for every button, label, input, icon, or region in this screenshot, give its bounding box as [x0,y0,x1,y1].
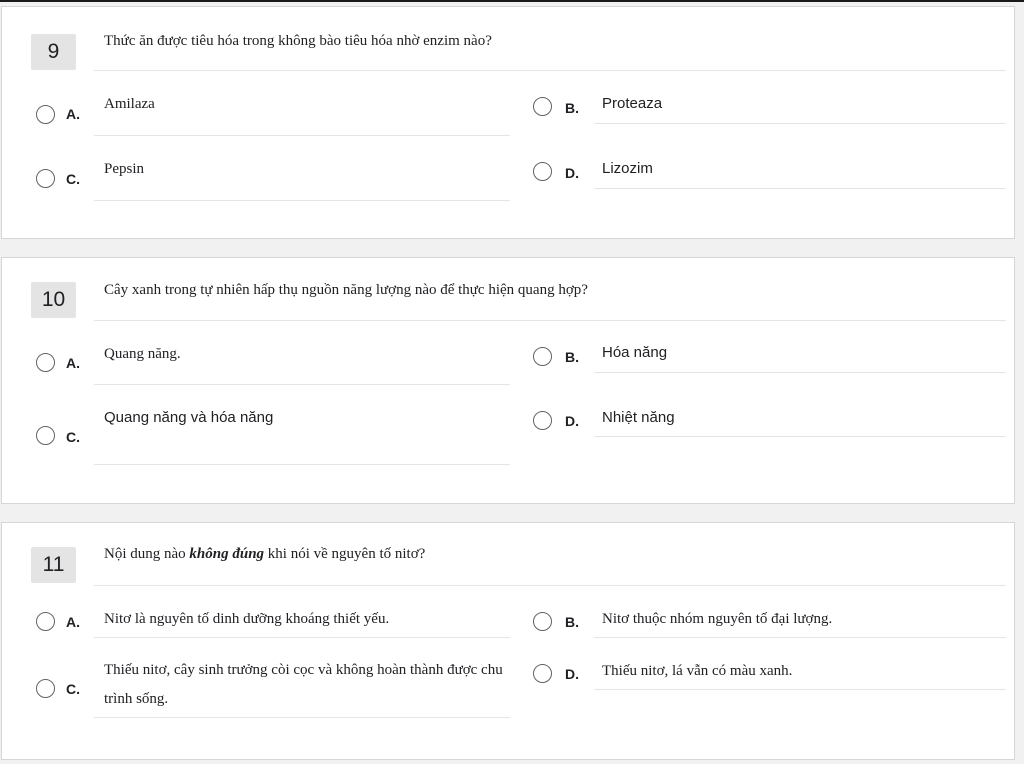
question-text-part: khi nói về nguyên tố nitơ? [264,546,426,562]
divider [94,585,1006,586]
option-text-c[interactable]: Thiếu nitơ, cây sinh trưởng còi cọc và k… [104,656,504,714]
divider [94,70,1006,71]
option-text-d[interactable]: Lizozim [602,159,653,179]
divider [94,384,510,385]
option-text-a[interactable]: Quang năng. [104,344,181,364]
divider [594,436,1006,437]
option-letter-c: C. [66,681,80,697]
question-text: Nội dung nào không đúng khi nói về nguyê… [104,544,1004,564]
divider [594,188,1006,189]
radio-option-d[interactable] [533,411,552,430]
option-letter-a: A. [66,106,80,122]
option-text-b[interactable]: Hóa năng [602,343,667,363]
option-letter-d: D. [565,165,579,181]
option-text-c[interactable]: Pepsin [104,159,144,179]
question-number: 9 [31,34,76,70]
option-letter-a: A. [66,614,80,630]
divider [594,123,1006,124]
divider [594,689,1006,690]
divider [94,320,1006,321]
radio-option-c[interactable] [36,169,55,188]
radio-option-b[interactable] [533,97,552,116]
radio-option-b[interactable] [533,347,552,366]
radio-option-b[interactable] [533,612,552,631]
question-text-emphasis: không đúng [189,546,265,562]
option-text-a[interactable]: Amilaza [104,94,155,114]
radio-option-c[interactable] [36,679,55,698]
radio-option-d[interactable] [533,162,552,181]
top-border [0,0,1024,2]
divider [94,637,510,638]
option-letter-c: C. [66,171,80,187]
divider [594,637,1006,638]
option-letter-d: D. [565,666,579,682]
divider [594,372,1006,373]
question-text: Cây xanh trong tự nhiên hấp thụ nguồn nă… [104,282,588,298]
option-letter-a: A. [66,355,80,371]
question-number: 10 [31,282,76,318]
option-text-c[interactable]: Quang năng và hóa năng [104,408,273,428]
question-card-10: 10 Cây xanh trong tự nhiên hấp thụ nguồn… [1,257,1015,504]
divider [94,135,510,136]
divider [94,464,510,465]
radio-option-a[interactable] [36,612,55,631]
option-letter-b: B. [565,349,579,365]
option-text-d[interactable]: Nhiệt năng [602,408,675,428]
radio-option-a[interactable] [36,353,55,372]
option-text-d[interactable]: Thiếu nitơ, lá vẫn có màu xanh. [602,661,792,681]
option-letter-b: B. [565,100,579,116]
option-letter-c: C. [66,429,80,445]
divider [94,717,510,718]
question-card-9: 9 Thức ăn được tiêu hóa trong không bào … [1,6,1015,239]
radio-option-a[interactable] [36,105,55,124]
option-text-b[interactable]: Nitơ thuộc nhóm nguyên tố đại lượng. [602,609,832,629]
option-text-b[interactable]: Proteaza [602,94,662,114]
radio-option-c[interactable] [36,426,55,445]
question-card-11: 11 Nội dung nào không đúng khi nói về ng… [1,522,1015,760]
question-text-part: Nội dung nào [104,546,190,562]
question-text: Thức ăn được tiêu hóa trong không bào ti… [104,33,492,49]
radio-option-d[interactable] [533,664,552,683]
option-letter-b: B. [565,614,579,630]
question-number: 11 [31,547,76,583]
option-letter-d: D. [565,413,579,429]
option-text-a[interactable]: Nitơ là nguyên tố dinh dưỡng khoáng thiế… [104,609,389,629]
divider [94,200,510,201]
